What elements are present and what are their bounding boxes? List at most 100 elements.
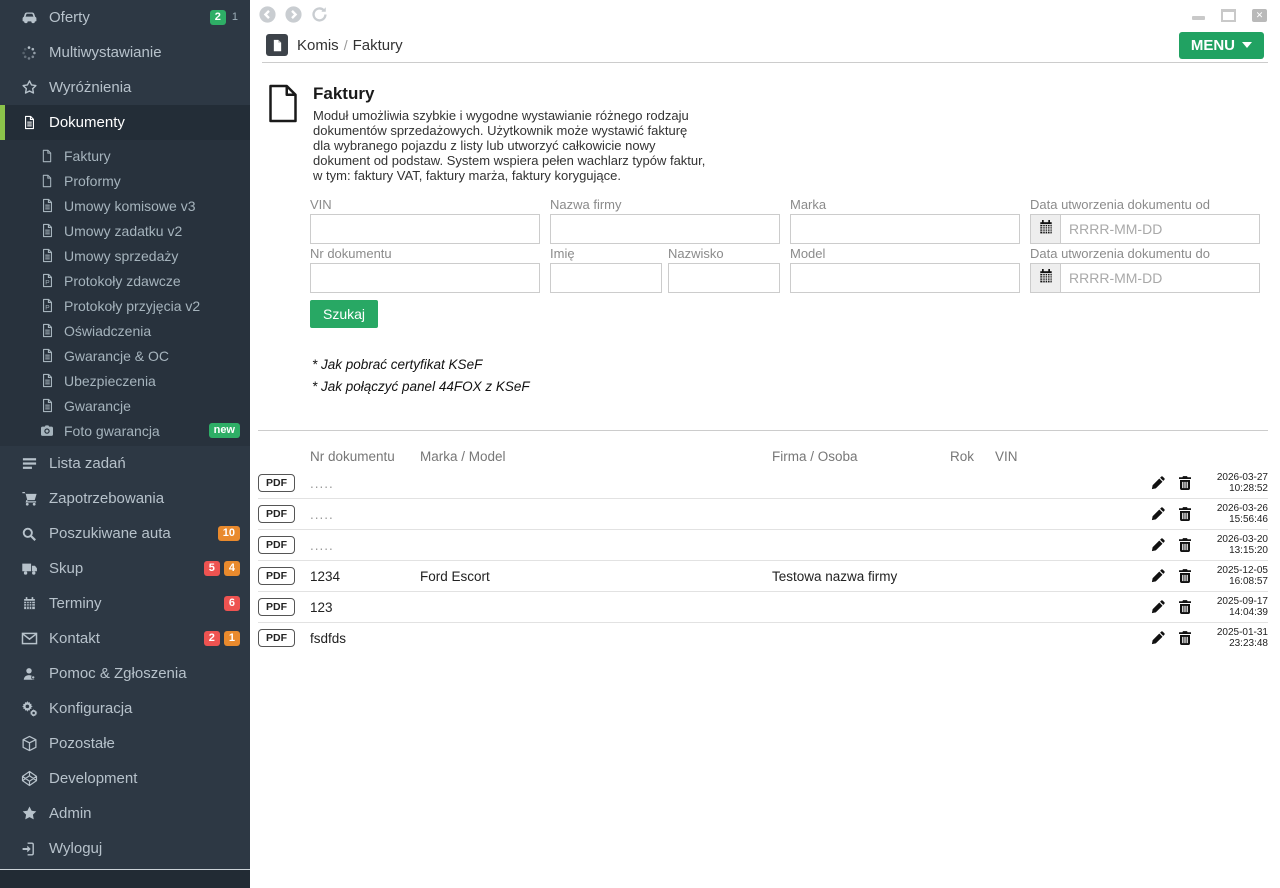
calendar-button[interactable] [1030,214,1060,244]
submenu-item-ubezpieczenia[interactable]: Ubezpieczenia [0,368,250,393]
count-badge: 6 [224,596,240,611]
sidebar-item-pomoc-zg-oszenia[interactable]: Pomoc & Zgłoszenia [0,656,250,691]
file-text-icon [38,223,56,238]
table-header-row: Nr dokumentuMarka / ModelFirma / OsobaRo… [258,444,1268,468]
delete-icon[interactable] [1177,599,1193,615]
document-icon [268,84,298,183]
count-badge: 4 [224,561,240,576]
refresh-icon[interactable] [311,6,328,23]
list-icon [17,455,41,472]
delete-icon[interactable] [1177,506,1193,522]
nazwisko-input[interactable] [668,263,780,293]
badges: 21 [210,10,240,25]
sidebar-item-wyloguj[interactable]: Wyloguj [0,831,250,866]
file-text-icon [38,373,56,388]
cube-icon [17,735,41,752]
submenu-item-label: Foto gwarancja [64,423,160,439]
sidebar-item-zapotrzebowania[interactable]: Zapotrzebowania [0,481,250,516]
table-row: PDF.....2026-03-2013:15:20 [258,530,1268,561]
file-p-icon: P [38,273,56,288]
sidebar-item-skup[interactable]: Skup54 [0,551,250,586]
marka-input[interactable] [790,214,1020,244]
sidebar-item-konfiguracja[interactable]: Konfiguracja [0,691,250,726]
app-window: Oferty21MultiwystawianieWyróżnieniaDokum… [0,0,1280,888]
sidebar-item-poszukiwane-auta[interactable]: Poszukiwane auta10 [0,516,250,551]
sidebar-item-development[interactable]: Development [0,761,250,796]
search-button[interactable]: Szukaj [310,300,378,328]
pdf-button[interactable]: PDF [258,629,295,648]
field-model: Model [790,247,1020,293]
submenu-item-label: Gwarancje & OC [64,348,169,364]
cell-nr-dokumentu: 1234 [310,569,420,584]
edit-icon[interactable] [1150,599,1166,615]
calendar-button[interactable] [1030,263,1060,293]
submenu-item-umowy-sprzeda-y[interactable]: Umowy sprzedaży [0,243,250,268]
forward-icon[interactable] [285,6,302,23]
sidebar-item-dokumenty[interactable]: Dokumenty [0,105,250,140]
pdf-cell: PDF [258,598,310,617]
column-header-rok: Rok [950,449,995,464]
submenu-item-proformy[interactable]: Proformy [0,168,250,193]
sidebar-item-admin[interactable]: Admin [0,796,250,831]
edit-icon[interactable] [1150,506,1166,522]
delete-icon[interactable] [1177,537,1193,553]
sidebar-item-terminy[interactable]: Terminy 6 [0,586,250,621]
pdf-cell: PDF [258,505,310,524]
minimize-icon[interactable] [1192,16,1205,20]
pdf-button[interactable]: PDF [258,567,295,586]
history-nav [259,6,328,23]
cell-nr-dokumentu: 123 [310,600,420,615]
maximize-icon[interactable] [1221,9,1236,22]
edit-icon[interactable] [1150,475,1166,491]
data_od-input[interactable] [1060,214,1260,244]
sidebar-item-oferty[interactable]: Oferty21 [0,0,250,35]
created-timestamp: 2026-03-2615:56:46 [1204,503,1268,525]
submenu-item-gwarancje-oc[interactable]: Gwarancje & OC [0,343,250,368]
submenu-item-foto-gwarancja[interactable]: Foto gwarancjanew [0,418,250,443]
header-divider [262,62,1268,63]
breadcrumb-section[interactable]: Komis [297,37,339,54]
nazwa_firmy-input[interactable] [550,214,780,244]
model-input[interactable] [790,263,1020,293]
delete-icon[interactable] [1177,568,1193,584]
sidebar-item-multiwystawianie[interactable]: Multiwystawianie [0,35,250,70]
submenu-item-protoko-y-zdawcze[interactable]: PProtokoły zdawcze [0,268,250,293]
data_do-input[interactable] [1060,263,1260,293]
edit-icon[interactable] [1150,537,1166,553]
vin-input[interactable] [310,214,540,244]
row-actions: 2026-03-2710:28:52 [1136,472,1268,494]
submenu-item-faktury[interactable]: Faktury [0,143,250,168]
edit-icon[interactable] [1150,568,1166,584]
submenu-item-label: Umowy sprzedaży [64,248,178,264]
submenu-item-o-wiadczenia[interactable]: Oświadczenia [0,318,250,343]
nr_dokumentu-input[interactable] [310,263,540,293]
ksef-connect-link[interactable]: * Jak połączyć panel 44FOX z KSeF [312,379,530,394]
sidebar-item-kontakt[interactable]: Kontakt21 [0,621,250,656]
sidebar-item-label: Terminy [49,595,102,612]
pdf-button[interactable]: PDF [258,536,295,555]
submenu-item-protoko-y-przyj-cia-v2[interactable]: PProtokoły przyjęcia v2 [0,293,250,318]
sidebar-item-pozosta-e[interactable]: Pozostałe [0,726,250,761]
pdf-button[interactable]: PDF [258,505,295,524]
submenu-item-umowy-zadatku-v2[interactable]: Umowy zadatku v2 [0,218,250,243]
close-icon[interactable]: ✕ [1252,9,1267,22]
edit-icon[interactable] [1150,630,1166,646]
imie-input[interactable] [550,263,662,293]
delete-icon[interactable] [1177,475,1193,491]
submenu-item-gwarancje[interactable]: Gwarancje [0,393,250,418]
ksef-certificate-link[interactable]: * Jak pobrać certyfikat KSeF [312,357,482,372]
sidebar-item-lista-zada[interactable]: Lista zadań [0,446,250,481]
badges: 10 [218,526,240,541]
delete-icon[interactable] [1177,630,1193,646]
menu-button[interactable]: MENU [1179,32,1264,59]
badges: 6 [224,596,240,611]
back-icon[interactable] [259,6,276,23]
date-group [1030,263,1260,293]
count-badge: 1 [230,10,240,25]
submenu-item-umowy-komisowe-v3[interactable]: Umowy komisowe v3 [0,193,250,218]
sidebar-item-label: Wyloguj [49,840,102,857]
sidebar-item-wyr-nienia[interactable]: Wyróżnienia [0,70,250,105]
row-actions: 2025-01-3123:23:48 [1136,627,1268,649]
pdf-button[interactable]: PDF [258,598,295,617]
pdf-button[interactable]: PDF [258,474,295,493]
